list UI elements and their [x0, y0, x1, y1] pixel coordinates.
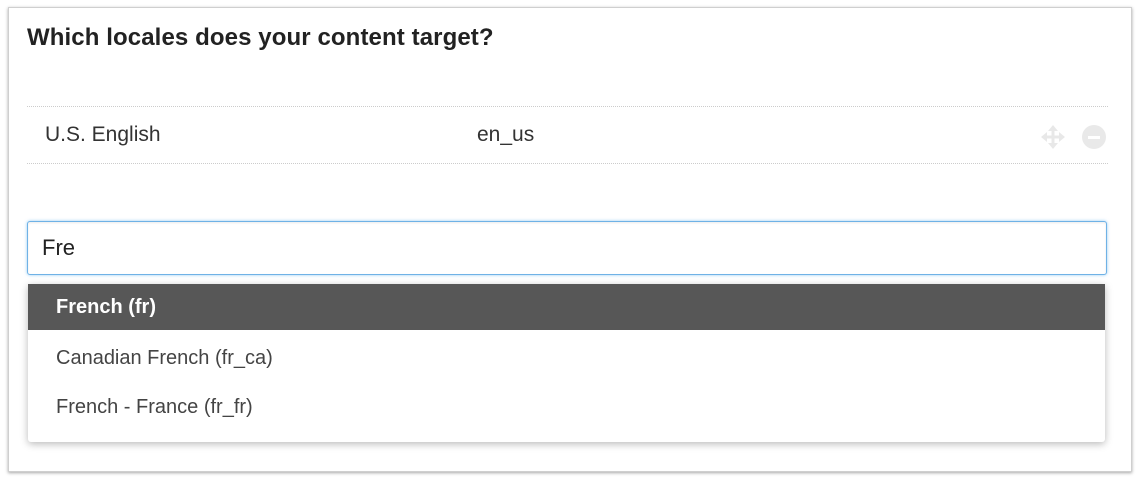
- locale-panel: Which locales does your content target? …: [8, 7, 1132, 472]
- suggestion-option-french-france[interactable]: French - France (fr_fr): [28, 383, 1105, 432]
- locale-name: U.S. English: [45, 123, 161, 146]
- suggestion-dropdown: French (fr) Canadian French (fr_ca) Fren…: [28, 284, 1105, 442]
- suggestion-option-canadian-french[interactable]: Canadian French (fr_ca): [28, 334, 1105, 383]
- suggestion-option-french[interactable]: French (fr): [28, 284, 1105, 330]
- locale-code: en_us: [477, 123, 535, 146]
- minus-circle-icon[interactable]: [1082, 125, 1106, 149]
- page-title: Which locales does your content target?: [27, 24, 494, 51]
- locale-search-input[interactable]: [27, 221, 1107, 275]
- move-arrows-svg: [1041, 125, 1065, 149]
- locale-row: U.S. English en_us: [27, 106, 1108, 164]
- move-arrows-icon[interactable]: [1041, 125, 1065, 149]
